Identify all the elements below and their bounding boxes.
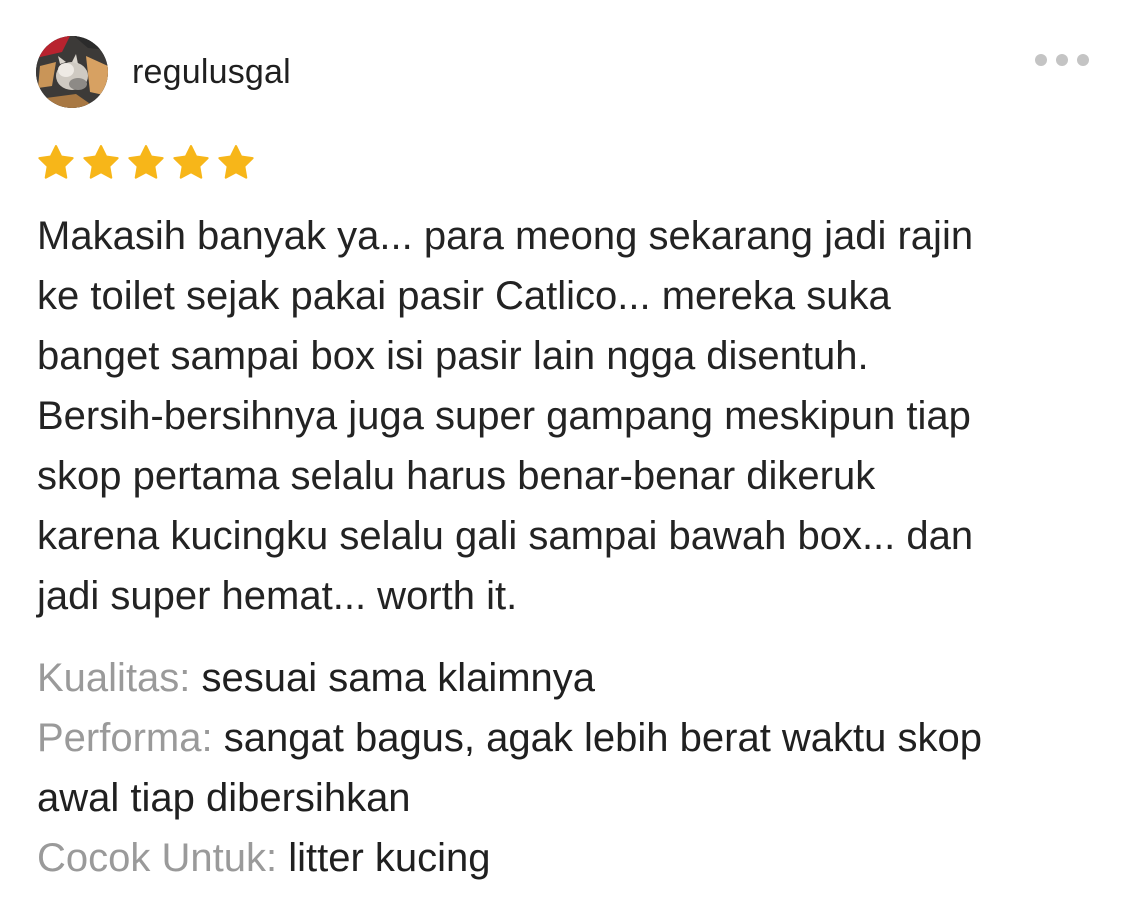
- username[interactable]: regulusgal: [132, 53, 291, 92]
- cat-photo-avatar-icon: [36, 36, 108, 108]
- review-text-line: skop pertama selalu harus benar-benar di…: [37, 454, 876, 498]
- avatar[interactable]: [36, 36, 108, 108]
- review-attributes: Kualitas: sesuai sama klaimnya Performa:…: [37, 648, 1097, 888]
- star-icon: [38, 145, 74, 179]
- attribute-performance-continued: awal tiap dibersihkan: [37, 768, 1097, 828]
- star-icon: [173, 145, 209, 179]
- attribute-value-continued: awal tiap dibersihkan: [37, 776, 411, 820]
- star-icon: [83, 145, 119, 179]
- review-text-line: Bersih-bersihnya juga super gampang mesk…: [37, 394, 971, 438]
- more-horizontal-icon-dot: [1056, 54, 1068, 66]
- review-card: regulusgal Makasih banyak ya... para meo…: [0, 0, 1125, 904]
- more-options-button[interactable]: [1035, 50, 1089, 70]
- attribute-value: sangat bagus, agak lebih berat waktu sko…: [223, 716, 983, 760]
- attribute-quality: Kualitas: sesuai sama klaimnya: [37, 648, 1097, 708]
- more-horizontal-icon-dot: [1077, 54, 1089, 66]
- attribute-label: Kualitas:: [37, 656, 191, 700]
- more-horizontal-icon: [1035, 54, 1047, 66]
- review-text-line: Makasih banyak ya... para meong sekarang…: [37, 214, 974, 258]
- attribute-value: sesuai sama klaimnya: [201, 656, 596, 700]
- review-text-line: ke toilet sejak pakai pasir Catlico... m…: [37, 274, 891, 318]
- review-text-line: jadi super hemat... worth it.: [37, 574, 518, 618]
- attribute-label: Performa:: [37, 716, 213, 760]
- review-header: regulusgal: [36, 36, 291, 108]
- star-rating: [36, 143, 256, 183]
- attribute-suitable-for: Cocok Untuk: litter kucing: [37, 828, 1097, 888]
- attribute-performance: Performa: sangat bagus, agak lebih berat…: [37, 708, 1097, 768]
- review-text: Makasih banyak ya... para meong sekarang…: [37, 206, 1087, 626]
- attribute-label: Cocok Untuk:: [37, 836, 278, 880]
- star-icon: [128, 145, 164, 179]
- attribute-value: litter kucing: [288, 836, 491, 880]
- star-icon: [218, 145, 254, 179]
- review-text-line: karena kucingku selalu gali sampai bawah…: [37, 514, 974, 558]
- review-text-line: banget sampai box isi pasir lain ngga di…: [37, 334, 869, 378]
